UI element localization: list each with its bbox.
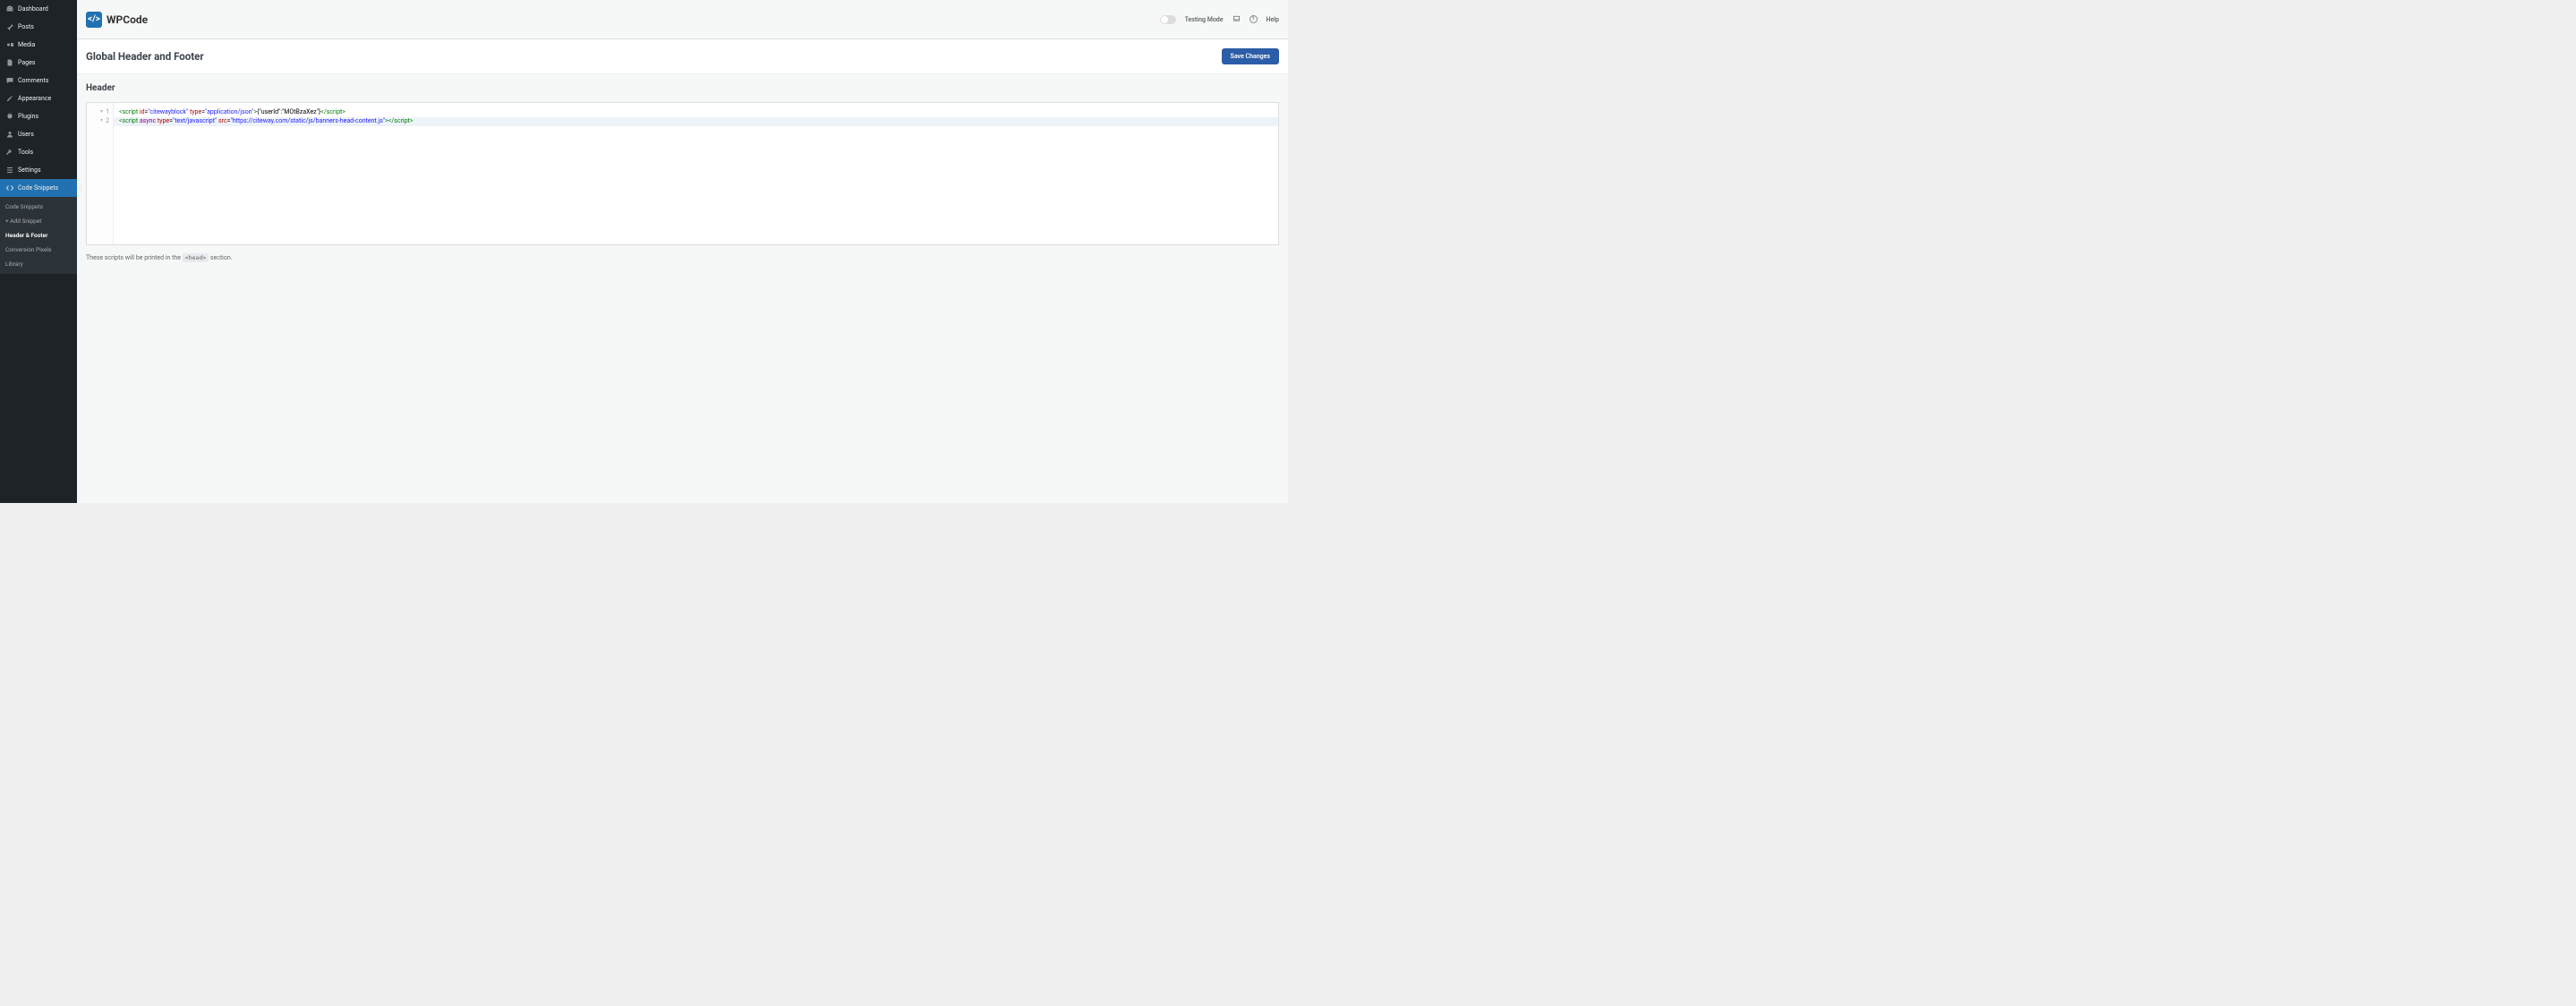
sidebar-item-label: Dashboard	[18, 5, 48, 13]
testing-mode-toggle[interactable]	[1160, 15, 1176, 24]
media-icon	[5, 40, 14, 49]
comments-icon	[5, 76, 14, 85]
editor-code[interactable]: <script id="citewayblock" type="applicat…	[114, 103, 1278, 244]
sidebar-item-label: Code Snippets	[18, 184, 58, 192]
fold-icon[interactable]: ▾	[100, 117, 103, 124]
content-area: Header ▾1 ▾2 <script id="citewayblock" t…	[77, 74, 1288, 503]
sidebar-item-users[interactable]: Users	[0, 125, 77, 143]
code-line: <script id="citewayblock" type="applicat…	[114, 108, 1278, 117]
line-number: 2	[106, 117, 109, 124]
sidebar-item-comments[interactable]: Comments	[0, 72, 77, 90]
sidebar-item-label: Media	[18, 41, 35, 48]
inbox-icon[interactable]	[1233, 14, 1241, 24]
save-changes-button[interactable]: Save Changes	[1222, 48, 1279, 64]
footnote: These scripts will be printed in the <he…	[86, 254, 1279, 261]
page-icon	[5, 58, 14, 67]
sidebar-item-label: Users	[18, 131, 34, 138]
submenu-conversion-pixels[interactable]: Conversion Pixels	[0, 243, 77, 257]
header-section-title: Header	[86, 83, 1279, 93]
sidebar-item-posts[interactable]: Posts	[0, 18, 77, 36]
sidebar-item-pages[interactable]: Pages	[0, 54, 77, 72]
header-code-editor[interactable]: ▾1 ▾2 <script id="citewayblock" type="ap…	[86, 102, 1279, 245]
user-icon	[5, 130, 14, 139]
sidebar-item-label: Comments	[18, 77, 48, 84]
sidebar-item-label: Plugins	[18, 113, 38, 120]
brush-icon	[5, 94, 14, 103]
help-question-icon: ?	[1250, 15, 1258, 23]
editor-gutter: ▾1 ▾2	[87, 103, 114, 244]
sidebar-item-label: Pages	[18, 59, 35, 66]
gauge-icon	[5, 4, 14, 13]
wrench-icon	[5, 148, 14, 157]
testing-mode-label: Testing Mode	[1185, 16, 1224, 23]
fold-icon[interactable]: ▾	[100, 108, 103, 115]
topbar-right: Testing Mode ? Help	[1160, 14, 1279, 24]
line-number: 1	[106, 108, 109, 115]
plugin-topbar: </> WPCode Testing Mode ? Help	[77, 0, 1288, 39]
submenu-header-footer[interactable]: Header & Footer	[0, 228, 77, 243]
sidebar-submenu: Code Snippets + Add Snippet Header & Foo…	[0, 197, 77, 274]
help-link[interactable]: Help	[1267, 16, 1279, 23]
main-content: </> WPCode Testing Mode ? Help Global He…	[77, 0, 1288, 503]
sidebar-item-appearance[interactable]: Appearance	[0, 90, 77, 107]
submenu-code-snippets[interactable]: Code Snippets	[0, 200, 77, 214]
sliders-icon	[5, 166, 14, 175]
sidebar-item-label: Tools	[18, 149, 33, 156]
sidebar-item-label: Appearance	[18, 95, 51, 102]
code-line: <script async type="text/javascript" src…	[114, 117, 1278, 126]
footnote-code: <head>	[183, 253, 209, 262]
sidebar-item-dashboard[interactable]: Dashboard	[0, 0, 77, 18]
submenu-add-snippet[interactable]: + Add Snippet	[0, 214, 77, 228]
code-icon	[5, 183, 14, 192]
sidebar-item-label: Settings	[18, 166, 41, 174]
pin-icon	[5, 22, 14, 31]
page-header: Global Header and Footer Save Changes	[77, 39, 1288, 74]
sidebar-item-label: Posts	[18, 23, 34, 30]
sidebar-item-settings[interactable]: Settings	[0, 161, 77, 179]
sidebar-item-plugins[interactable]: Plugins	[0, 107, 77, 125]
submenu-library[interactable]: Library	[0, 257, 77, 271]
sidebar-item-code-snippets[interactable]: Code Snippets	[0, 179, 77, 197]
logo-mark-icon: </>	[86, 12, 102, 28]
sidebar-item-tools[interactable]: Tools	[0, 143, 77, 161]
logo-text: WPCode	[107, 13, 148, 26]
wpcode-logo: </> WPCode	[86, 12, 148, 28]
plug-icon	[5, 112, 14, 121]
sidebar-item-media[interactable]: Media	[0, 36, 77, 54]
page-title: Global Header and Footer	[86, 50, 204, 63]
admin-sidebar: Dashboard Posts Media Pages Comments App…	[0, 0, 77, 503]
